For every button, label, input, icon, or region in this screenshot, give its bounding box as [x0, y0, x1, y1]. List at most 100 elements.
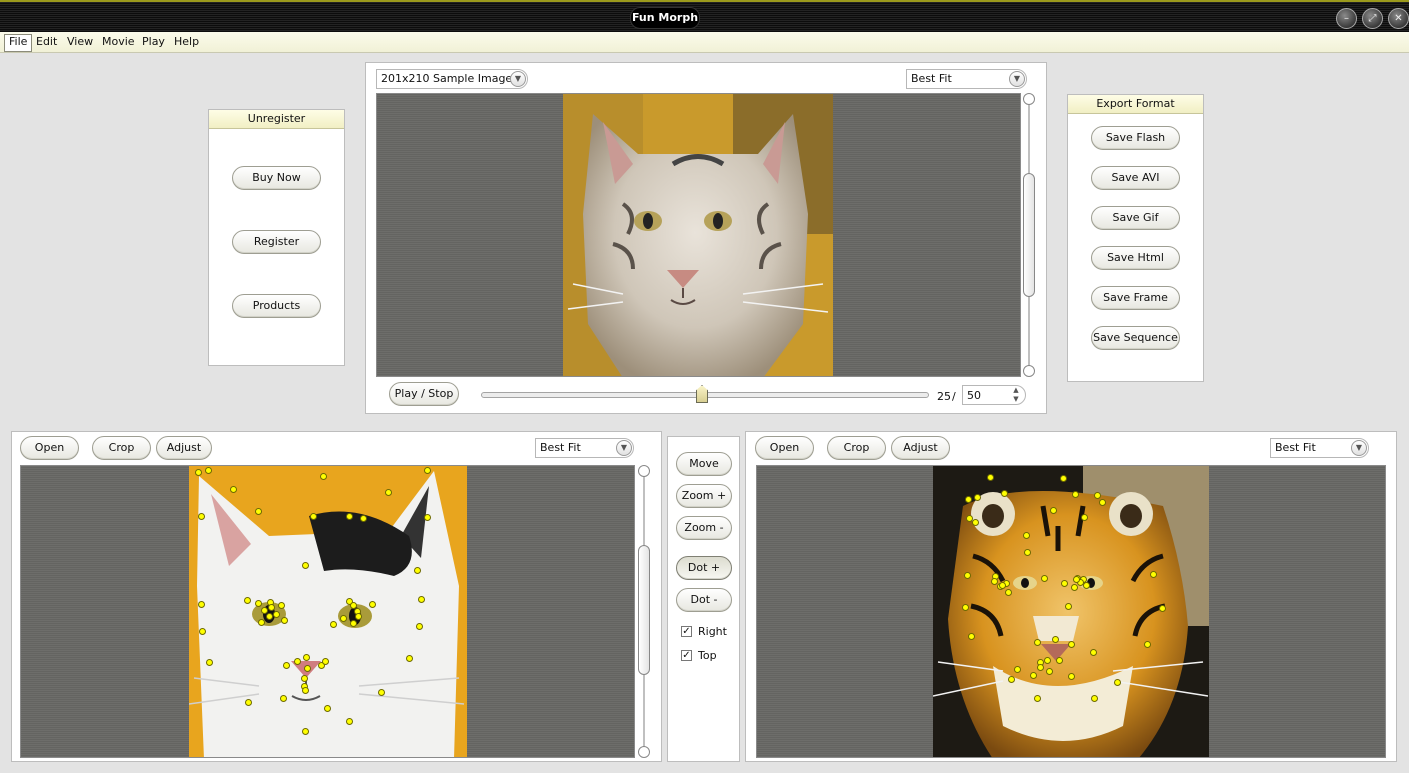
morph-dot[interactable] — [1049, 506, 1057, 514]
morph-dot[interactable] — [973, 493, 981, 501]
morph-dot[interactable] — [1055, 656, 1063, 664]
morph-dot[interactable] — [1149, 570, 1157, 578]
morph-dot[interactable] — [1143, 640, 1151, 648]
morph-dot[interactable] — [282, 661, 290, 669]
frame-slider[interactable] — [481, 385, 929, 403]
save-sequence-button[interactable]: Save Sequence — [1091, 326, 1180, 350]
frame-slider-thumb[interactable] — [696, 385, 708, 403]
morph-dot[interactable] — [1029, 671, 1037, 679]
morph-dot[interactable] — [198, 627, 206, 635]
menu-file[interactable]: File — [4, 34, 33, 52]
menu-play[interactable]: Play — [138, 34, 169, 50]
morph-dot[interactable] — [354, 612, 362, 620]
morph-dot[interactable] — [384, 488, 392, 496]
menu-view[interactable]: View — [63, 34, 97, 50]
preview-scrollbar-thumb[interactable] — [1023, 173, 1035, 297]
chevron-down-icon[interactable]: ▼ — [1351, 440, 1367, 456]
morph-dot[interactable] — [368, 600, 376, 608]
morph-dot[interactable] — [1080, 513, 1088, 521]
morph-dot[interactable] — [257, 618, 265, 626]
target-open-button[interactable]: Open — [755, 436, 814, 460]
morph-dot[interactable] — [961, 603, 969, 611]
morph-dot[interactable] — [423, 513, 431, 521]
morph-dot[interactable] — [415, 622, 423, 630]
close-icon[interactable]: ✕ — [1388, 8, 1409, 29]
source-canvas[interactable] — [20, 465, 635, 758]
morph-dot[interactable] — [1064, 602, 1072, 610]
morph-dot[interactable] — [194, 468, 202, 476]
morph-dot[interactable] — [1090, 694, 1098, 702]
morph-dot[interactable] — [349, 619, 357, 627]
right-checkbox[interactable]: ✓ — [681, 626, 692, 637]
morph-dot[interactable] — [309, 512, 317, 520]
morph-dot[interactable] — [1004, 588, 1012, 596]
preview-canvas[interactable] — [376, 93, 1021, 377]
morph-dot[interactable] — [1033, 638, 1041, 646]
morph-dot[interactable] — [377, 688, 385, 696]
morph-dot[interactable] — [1071, 490, 1079, 498]
preview-fit-select[interactable]: Best Fit ▼ — [906, 69, 1027, 89]
morph-dot[interactable] — [267, 603, 275, 611]
morph-dot[interactable] — [963, 571, 971, 579]
morph-dot[interactable] — [205, 658, 213, 666]
morph-dot[interactable] — [1059, 474, 1067, 482]
morph-dot[interactable] — [413, 566, 421, 574]
minimize-icon[interactable]: – — [1336, 8, 1357, 29]
zoom-out-button[interactable]: Zoom - — [676, 516, 732, 540]
dot-remove-button[interactable]: Dot - — [676, 588, 732, 612]
morph-dot[interactable] — [301, 561, 309, 569]
chevron-down-icon[interactable]: ▼ — [616, 440, 632, 456]
morph-dot[interactable] — [1045, 667, 1053, 675]
morph-dot[interactable] — [280, 616, 288, 624]
morph-dot[interactable] — [990, 577, 998, 585]
morph-dot[interactable] — [229, 485, 237, 493]
morph-dot[interactable] — [1098, 498, 1106, 506]
morph-dot[interactable] — [254, 599, 262, 607]
morph-dot[interactable] — [321, 657, 329, 665]
top-checkbox[interactable]: ✓ — [681, 650, 692, 661]
morph-dot[interactable] — [1013, 665, 1021, 673]
morph-dot[interactable] — [345, 512, 353, 520]
source-adjust-button[interactable]: Adjust — [156, 436, 212, 460]
morph-dot[interactable] — [1089, 648, 1097, 656]
morph-dot[interactable] — [293, 657, 301, 665]
morph-dot[interactable] — [1060, 579, 1068, 587]
menu-movie[interactable]: Movie — [98, 34, 139, 50]
morph-dot[interactable] — [1067, 640, 1075, 648]
spinner-up-icon[interactable]: ▲ — [1008, 386, 1024, 395]
morph-dot[interactable] — [1022, 531, 1030, 539]
morph-dot[interactable] — [1007, 675, 1015, 683]
morph-dot[interactable] — [1067, 672, 1075, 680]
morph-dot[interactable] — [1023, 548, 1031, 556]
morph-dot[interactable] — [254, 507, 262, 515]
dot-add-button[interactable]: Dot + — [676, 556, 732, 580]
morph-dot[interactable] — [1051, 635, 1059, 643]
morph-dot[interactable] — [197, 512, 205, 520]
target-fit-select[interactable]: Best Fit ▼ — [1270, 438, 1369, 458]
image-select[interactable]: 201x210 Sample Image1 ▼ — [376, 69, 528, 89]
chevron-down-icon[interactable]: ▼ — [510, 71, 526, 87]
morph-dot[interactable] — [260, 606, 268, 614]
source-fit-select[interactable]: Best Fit ▼ — [535, 438, 634, 458]
morph-dot[interactable] — [301, 686, 309, 694]
morph-dot[interactable] — [279, 694, 287, 702]
morph-dot[interactable] — [197, 600, 205, 608]
save-avi-button[interactable]: Save AVI — [1091, 166, 1180, 190]
morph-dot[interactable] — [243, 596, 251, 604]
morph-dot[interactable] — [986, 473, 994, 481]
save-frame-button[interactable]: Save Frame — [1091, 286, 1180, 310]
source-open-button[interactable]: Open — [20, 436, 79, 460]
menu-edit[interactable]: Edit — [32, 34, 61, 50]
morph-dot[interactable] — [204, 466, 212, 474]
morph-dot[interactable] — [323, 704, 331, 712]
morph-dot[interactable] — [1040, 574, 1048, 582]
morph-dot[interactable] — [1082, 581, 1090, 589]
morph-dot[interactable] — [405, 654, 413, 662]
morph-dot[interactable] — [277, 601, 285, 609]
morph-dot[interactable] — [1043, 656, 1051, 664]
source-crop-button[interactable]: Crop — [92, 436, 151, 460]
products-button[interactable]: Products — [232, 294, 321, 318]
target-crop-button[interactable]: Crop — [827, 436, 886, 460]
morph-dot[interactable] — [302, 653, 310, 661]
morph-dot[interactable] — [345, 717, 353, 725]
